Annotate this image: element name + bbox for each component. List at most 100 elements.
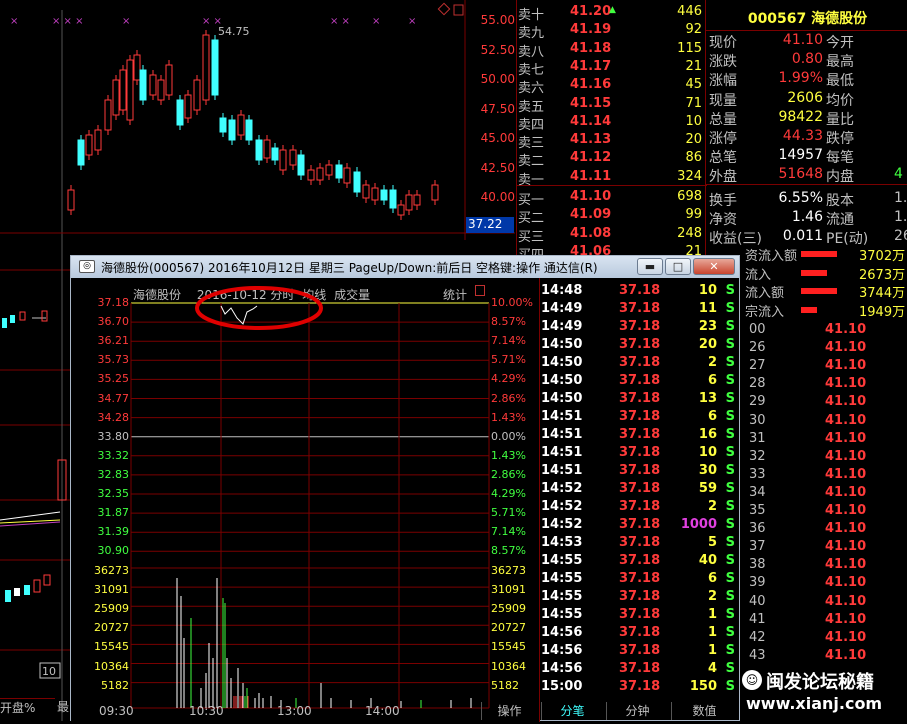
- tick-price: 41.10: [825, 557, 867, 573]
- order-level-price: 41.15: [570, 95, 612, 111]
- trade-volume: 6: [707, 409, 717, 424]
- order-book-row[interactable]: 卖九 41.19 92: [518, 22, 706, 41]
- trade-tick-row[interactable]: 14:56 37.18 4 S: [541, 661, 739, 679]
- trade-side: S: [725, 337, 735, 352]
- trade-tick-row[interactable]: 14:50 37.18 6 S: [541, 373, 739, 391]
- volume-axis-label-right: 20727: [491, 621, 526, 635]
- order-level-volume: 324: [677, 168, 702, 184]
- quote-label: 现价: [709, 35, 737, 51]
- trade-side: S: [725, 589, 735, 604]
- quote-row: 外盘 51648 内盘 4: [708, 166, 907, 185]
- maximize-button[interactable]: □: [665, 258, 691, 275]
- svg-text:×: ×: [122, 16, 130, 27]
- flow-bar: [801, 306, 817, 313]
- trade-tick-row[interactable]: 14:56 37.18 1 S: [541, 643, 739, 661]
- flow-label: 流入额: [745, 286, 785, 301]
- svg-text:×: ×: [372, 16, 380, 27]
- price-axis-label: 37.18: [97, 296, 130, 309]
- trade-tick-row[interactable]: 14:52 37.18 2 S: [541, 499, 739, 517]
- tick-price: 41.10: [825, 593, 867, 609]
- trade-time: 15:00: [541, 679, 583, 694]
- trade-tick-row[interactable]: 14:55 37.18 6 S: [541, 571, 739, 589]
- trade-volume: 11: [698, 301, 717, 316]
- quote-value: 1.46: [791, 208, 823, 225]
- trade-tick-row[interactable]: 14:48 37.18 10 S: [541, 283, 739, 301]
- flow-label: 流入: [745, 267, 772, 283]
- trade-tick-row[interactable]: 14:55 37.18 2 S: [541, 589, 739, 607]
- trade-side: S: [725, 391, 735, 406]
- trade-volume: 1: [707, 607, 717, 622]
- order-level-price: 41.08: [570, 225, 612, 241]
- order-book-row[interactable]: 卖二 41.12 86: [518, 150, 706, 169]
- kline-price-tick: 45.00: [480, 131, 515, 145]
- trade-side: S: [725, 661, 735, 676]
- trade-tick-row[interactable]: 14:49 37.18 11 S: [541, 301, 739, 319]
- trade-time: 14:56: [541, 625, 583, 640]
- trade-tick-row[interactable]: 14:55 37.18 1 S: [541, 607, 739, 625]
- order-level-price: 41.12: [570, 150, 612, 166]
- trade-tick-row[interactable]: 14:51 37.18 16 S: [541, 427, 739, 445]
- trade-tick-row[interactable]: 14:52 37.18 59 S: [541, 481, 739, 499]
- trade-tick-row[interactable]: 14:51 37.18 30 S: [541, 463, 739, 481]
- trade-tick-row[interactable]: 14:53 37.18 5 S: [541, 535, 739, 553]
- flow-bar: [801, 251, 837, 257]
- quote-row: 涨幅 1.99% 最低: [708, 70, 907, 89]
- trade-tick-row[interactable]: 14:52 37.18 1000 S: [541, 517, 739, 535]
- tab-operate[interactable]: 操作: [481, 702, 537, 720]
- price-axis-label: 32.35: [97, 487, 130, 500]
- trade-tick-row[interactable]: 14:56 37.18 1 S: [541, 625, 739, 643]
- background-tick-row: 30 41.10: [745, 413, 907, 431]
- kline-candle: [245, 119, 253, 141]
- order-book-row[interactable]: 卖五 41.15 71: [518, 95, 706, 115]
- tab-ticks[interactable]: 分笔: [541, 702, 603, 720]
- kline-candle: [255, 139, 263, 161]
- time-axis-label: 13:00: [277, 704, 312, 718]
- trade-volume: 10: [698, 283, 717, 298]
- order-book-row[interactable]: 卖四 41.14 10: [518, 114, 706, 133]
- trade-tick-row[interactable]: 15:00 37.18 150 S: [541, 679, 739, 697]
- order-level-volume: 21: [685, 58, 702, 74]
- order-level-label: 买一: [518, 193, 545, 208]
- order-level-volume: 99: [685, 207, 702, 223]
- order-book-row[interactable]: 买一 41.10 698: [518, 189, 706, 208]
- tab-value[interactable]: 数值: [671, 702, 737, 720]
- kline-candle: [149, 74, 157, 96]
- trade-tick-row[interactable]: 14:55 37.18 40 S: [541, 553, 739, 571]
- minimize-button[interactable]: ▬: [637, 258, 663, 275]
- kline-candle: [316, 167, 324, 181]
- trade-side: S: [725, 373, 735, 388]
- trade-tick-row[interactable]: 14:50 37.18 20 S: [541, 337, 739, 355]
- order-level-volume: 20: [685, 132, 702, 148]
- trade-volume: 6: [707, 373, 717, 388]
- watermark: ☺ 闽发论坛秘籍 www.xianj.com: [742, 668, 907, 718]
- svg-text:×: ×: [10, 16, 18, 27]
- order-level-price: 41.10: [570, 189, 612, 204]
- order-book-row[interactable]: 卖六 41.16 45: [518, 77, 706, 97]
- window-titlebar[interactable]: ◎ 海德股份(000567) 2016年10月12日 星期三 PageUp/Do…: [71, 256, 739, 278]
- tick-price: 41.10: [825, 466, 867, 482]
- trade-time: 14:56: [541, 643, 583, 658]
- order-book-row[interactable]: 卖一 41.11 324: [518, 168, 706, 188]
- trade-volume: 16: [698, 427, 717, 442]
- intraday-window[interactable]: ◎ 海德股份(000567) 2016年10月12日 星期三 PageUp/Do…: [70, 255, 740, 722]
- order-book-row[interactable]: 卖七 41.17 21: [518, 58, 706, 78]
- trade-tick-row[interactable]: 14:51 37.18 10 S: [541, 445, 739, 463]
- trade-tick-row[interactable]: 14:49 37.18 23 S: [541, 319, 739, 337]
- tick-minute: 31: [749, 430, 766, 446]
- tab-minute[interactable]: 分钟: [606, 702, 668, 720]
- pct-axis-label: 7.14%: [491, 334, 526, 348]
- trade-price: 37.18: [619, 445, 661, 460]
- quote-label-right: 每笔: [826, 150, 854, 167]
- trade-time: 14:55: [541, 571, 583, 586]
- trade-tick-row[interactable]: 14:50 37.18 13 S: [541, 391, 739, 409]
- order-book-row[interactable]: 买三 41.08 248: [518, 225, 706, 245]
- order-book-row[interactable]: 卖三 41.13 20: [518, 132, 706, 151]
- order-book-row[interactable]: 卖八 41.18 115: [518, 41, 706, 60]
- close-button[interactable]: ✕: [693, 258, 735, 275]
- trade-tick-row[interactable]: 14:50 37.18 2 S: [541, 355, 739, 373]
- trade-time: 14:55: [541, 589, 583, 604]
- trade-price: 37.18: [619, 391, 661, 406]
- trade-tick-row[interactable]: 14:51 37.18 6 S: [541, 409, 739, 427]
- order-book-row[interactable]: 买二 41.09 99: [518, 207, 706, 226]
- order-level-label: 卖六: [518, 81, 545, 97]
